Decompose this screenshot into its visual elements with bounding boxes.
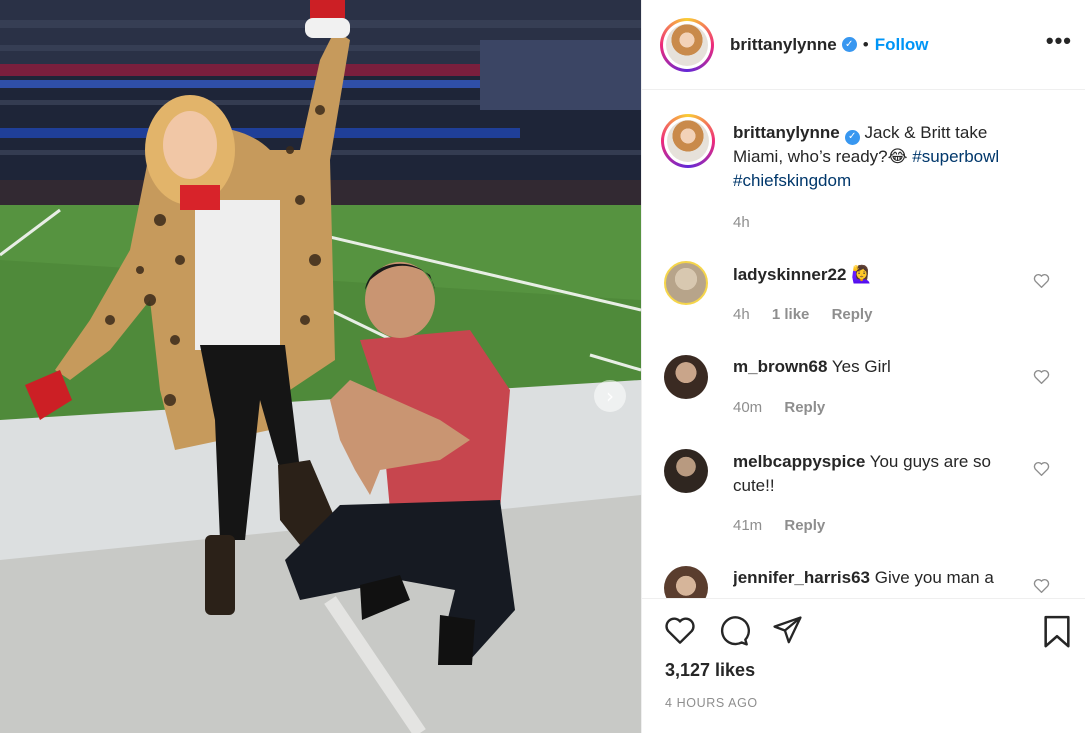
caption-username[interactable]: brittanylynne [733, 123, 840, 142]
commenter-avatar[interactable] [664, 261, 708, 305]
hashtag-link[interactable]: #chiefskingdom [733, 171, 851, 190]
story-ring-avatar[interactable] [660, 17, 714, 72]
comment-meta: 40m Reply [733, 399, 843, 416]
caption-meta: 4h [733, 214, 768, 231]
comment-likes[interactable]: 1 like [772, 306, 810, 323]
comment-time[interactable]: 40m [733, 399, 762, 416]
like-heart-icon[interactable] [664, 615, 696, 645]
caption-time[interactable]: 4h [733, 214, 750, 231]
reply-button[interactable]: Reply [832, 306, 873, 323]
comment-text: Yes Girl [831, 357, 891, 376]
comment-like-heart-icon[interactable] [1033, 578, 1050, 593]
reply-button[interactable]: Reply [784, 517, 825, 534]
comment-time[interactable]: 41m [733, 517, 762, 534]
post-header: brittanylynne ✓ • Follow ••• [642, 0, 1085, 90]
comment-username[interactable]: ladyskinner22 [733, 265, 846, 284]
commenter-avatar[interactable] [664, 566, 708, 598]
header-username[interactable]: brittanylynne [730, 35, 837, 55]
post-timestamp[interactable]: 4 HOURS AGO [665, 696, 758, 710]
comments-list[interactable]: brittanylynne ✓ Jack & Britt take Miami, … [642, 91, 1085, 598]
comment-like-heart-icon[interactable] [1033, 273, 1050, 288]
comment-text: 🙋‍♀️ [851, 265, 873, 284]
post-actions: 3,127 likes 4 HOURS AGO [642, 598, 1085, 733]
comment-bubble-icon[interactable] [718, 615, 750, 647]
carousel-next-icon[interactable]: › [594, 380, 626, 412]
save-bookmark-icon[interactable] [1042, 615, 1072, 649]
verified-badge-icon: ✓ [844, 129, 860, 145]
stadium-photo-illustration [0, 0, 641, 733]
caption-avatar[interactable] [661, 114, 715, 168]
avatar [666, 23, 708, 66]
comment-username[interactable]: m_brown68 [733, 357, 827, 376]
comment-username[interactable]: jennifer_harris63 [733, 568, 870, 587]
follow-button[interactable]: Follow [875, 35, 929, 55]
post-photo[interactable]: › [0, 0, 641, 733]
share-paper-plane-icon[interactable] [772, 615, 803, 646]
commenter-avatar[interactable] [664, 449, 708, 493]
comment-meta: 4h 1 like Reply [733, 306, 890, 323]
post-side-panel: brittanylynne ✓ • Follow ••• brittanylyn… [641, 0, 1085, 733]
comment-text: Give you man a [874, 568, 994, 587]
verified-badge-icon: ✓ [841, 37, 857, 52]
header-separator: • [862, 34, 869, 54]
reply-button[interactable]: Reply [784, 399, 825, 416]
comment-time[interactable]: 4h [733, 306, 750, 323]
likes-count[interactable]: 3,127 likes [665, 660, 755, 681]
comment-meta: 41m Reply [733, 517, 843, 534]
comment-like-heart-icon[interactable] [1033, 369, 1050, 384]
commenter-avatar[interactable] [664, 355, 708, 399]
more-options-icon[interactable]: ••• [1046, 28, 1072, 54]
comment-username[interactable]: melbcappyspice [733, 452, 865, 471]
comment-like-heart-icon[interactable] [1033, 461, 1050, 476]
hashtag-link[interactable]: #superbowl [912, 147, 999, 166]
